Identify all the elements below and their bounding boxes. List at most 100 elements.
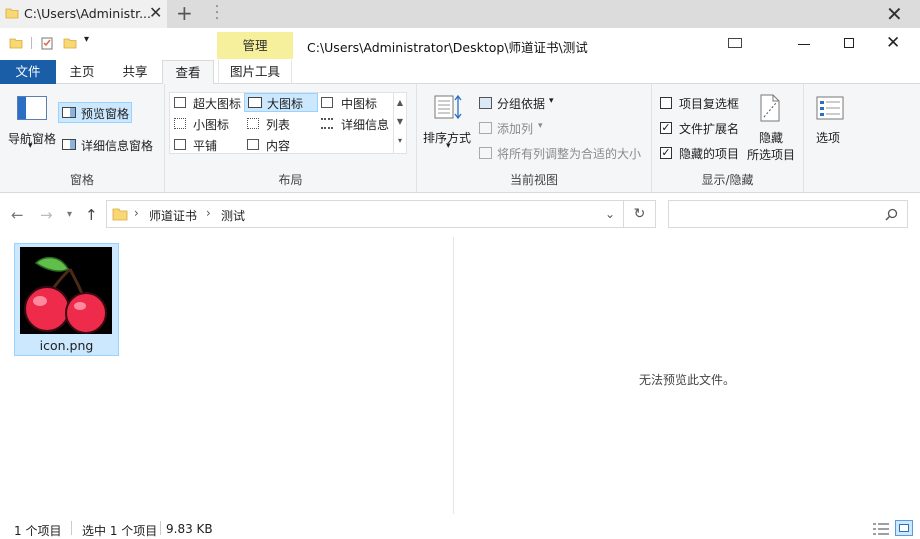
hide-selected-label-1[interactable]: 隐藏: [759, 129, 783, 146]
breadcrumb-item[interactable]: 师道证书: [149, 207, 197, 224]
selected-count: 选中 1 个项目: [82, 524, 158, 538]
layout-large: 大图标: [267, 97, 304, 111]
nav-pane-dropdown-icon[interactable]: ▾: [28, 141, 33, 151]
folder-icon: [5, 8, 19, 19]
breadcrumb-item[interactable]: 测试: [221, 207, 245, 224]
sort-by-icon[interactable]: [433, 92, 463, 122]
ribbon-tabs: 文件 主页 共享 查看 图片工具 ︿ ?: [0, 60, 920, 140]
close-button[interactable]: ✕: [886, 33, 900, 53]
details-icon: [321, 118, 333, 129]
group-label-layout: 布局: [278, 173, 303, 187]
preview-message: 无法预览此文件。: [638, 373, 735, 387]
preview-pane-icon: [62, 107, 76, 118]
group-by-dropdown-icon[interactable]: ▾: [549, 96, 554, 106]
hidden-items-label: 隐藏的项目: [679, 147, 740, 161]
group-label-current-view: 当前视图: [509, 173, 558, 187]
refresh-button[interactable]: ↻: [624, 200, 656, 228]
tab-home[interactable]: 主页: [56, 60, 108, 84]
tab-bar: C:\Users\Administr... ✕ + · · · ✕: [0, 0, 920, 28]
size-all-columns-button[interactable]: 将所有列调整为合适的大小: [497, 145, 641, 162]
folder-icon[interactable]: [9, 36, 23, 50]
search-icon: [885, 208, 898, 221]
layout-medium[interactable]: 中图标: [341, 95, 377, 112]
tab-view[interactable]: 查看: [162, 60, 214, 85]
hide-selected-label-2[interactable]: 所选项目: [747, 146, 795, 163]
tab-share[interactable]: 共享: [108, 60, 162, 84]
tab-file[interactable]: 文件: [0, 60, 56, 84]
breadcrumb-separator[interactable]: ›: [206, 206, 211, 220]
tab-bar-close-button[interactable]: ✕: [886, 2, 903, 26]
file-name: icon.png: [39, 338, 94, 353]
status-separator: [160, 521, 161, 535]
maximize-button[interactable]: [844, 38, 854, 48]
item-count: 1 个项目: [14, 524, 62, 538]
options-button[interactable]: 选项: [816, 129, 840, 146]
selected-size: 9.83 KB: [166, 522, 213, 536]
new-folder-icon[interactable]: [63, 36, 77, 50]
qat-separator: [31, 37, 32, 49]
restore-icon[interactable]: [728, 38, 742, 48]
file-list: icon.png: [0, 237, 453, 514]
group-by-button[interactable]: 分组依据: [497, 95, 545, 112]
recent-locations-icon[interactable]: ▾: [67, 209, 72, 220]
status-bar: 1 个项目 选中 1 个项目 9.83 KB: [0, 514, 920, 539]
context-tab-manage[interactable]: 管理: [217, 32, 293, 59]
minimize-button[interactable]: [798, 44, 810, 45]
hidden-items-checkbox[interactable]: ✓: [660, 147, 672, 159]
more-icon[interactable]: · · ·: [214, 0, 220, 26]
breadcrumb-separator[interactable]: ›: [134, 206, 139, 220]
layout-content[interactable]: 内容: [266, 137, 290, 154]
address-bar[interactable]: › 师道证书 › 测试 ⌄: [106, 200, 624, 228]
list-icon: [247, 118, 259, 129]
window-title: C:\Users\Administrator\Desktop\师道证书\测试: [307, 40, 588, 55]
qat-customize-icon[interactable]: ▾: [84, 34, 89, 45]
content-icon: [247, 139, 259, 150]
layout-list[interactable]: 列表: [266, 116, 290, 133]
properties-icon[interactable]: [40, 36, 54, 50]
layout-large-selected[interactable]: 大图标: [244, 93, 318, 112]
hide-selected-icon[interactable]: [758, 93, 782, 123]
layout-gallery-scroll[interactable]: ▲ ▼ ▾: [393, 92, 407, 154]
address-dropdown-icon[interactable]: ⌄: [605, 207, 615, 221]
size-columns-icon: [479, 147, 492, 159]
group-by-icon: [479, 97, 492, 109]
medium-icons-icon: [321, 97, 333, 108]
tab-close-button[interactable]: ✕: [149, 3, 162, 22]
layout-extra-large[interactable]: 超大图标: [193, 95, 241, 112]
nav-pane-icon[interactable]: [17, 96, 47, 120]
details-pane-button[interactable]: 详细信息窗格: [81, 137, 153, 154]
sort-by-dropdown-icon[interactable]: ▾: [446, 141, 451, 151]
preview-pane: 无法预览此文件。: [454, 237, 920, 514]
cherry-icon: [24, 256, 107, 334]
large-icons-view-icon[interactable]: [895, 520, 913, 536]
preview-pane-label: 预览窗格: [81, 107, 130, 121]
file-extensions-label: 文件扩展名: [679, 122, 740, 136]
add-columns-dropdown-icon[interactable]: ▾: [538, 121, 543, 131]
window-tab[interactable]: C:\Users\Administr... ✕: [0, 0, 167, 28]
search-input[interactable]: [668, 200, 908, 228]
item-checkboxes-label: 项目复选框: [679, 97, 740, 111]
new-tab-button[interactable]: +: [176, 1, 193, 25]
group-panes: 导航窗格 ▾ 预览窗格 详细信息窗格 窗格: [0, 84, 165, 192]
item-checkboxes-checkbox[interactable]: [660, 97, 672, 109]
tiles-icon: [174, 139, 186, 150]
group-layout: 超大图标 大图标 中图标 小图标 列表 详细信息 平铺 内容 ▲ ▼ ▾ 布局: [165, 84, 417, 192]
back-button[interactable]: ←: [11, 206, 24, 224]
file-extensions-checkbox[interactable]: ✓: [660, 122, 672, 134]
details-pane-icon: [62, 139, 76, 150]
details-view-icon[interactable]: [872, 522, 890, 536]
small-icons-icon: [174, 118, 186, 129]
file-item[interactable]: icon.png: [14, 243, 119, 356]
layout-details[interactable]: 详细信息: [341, 116, 389, 133]
up-button[interactable]: ↑: [85, 206, 98, 224]
group-show-hide: 项目复选框 ✓ 文件扩展名 ✓ 隐藏的项目 隐藏 所选项目 显示/隐藏: [652, 84, 804, 192]
forward-button[interactable]: →: [40, 206, 53, 224]
tab-picture-tools[interactable]: 图片工具: [218, 60, 292, 84]
options-icon[interactable]: [816, 96, 844, 120]
layout-tiles[interactable]: 平铺: [193, 137, 217, 154]
folder-icon: [112, 208, 128, 221]
add-columns-button[interactable]: 添加列: [497, 120, 533, 137]
layout-small[interactable]: 小图标: [193, 116, 229, 133]
large-icons-icon: [248, 97, 262, 108]
preview-pane-button[interactable]: 预览窗格: [58, 102, 132, 123]
